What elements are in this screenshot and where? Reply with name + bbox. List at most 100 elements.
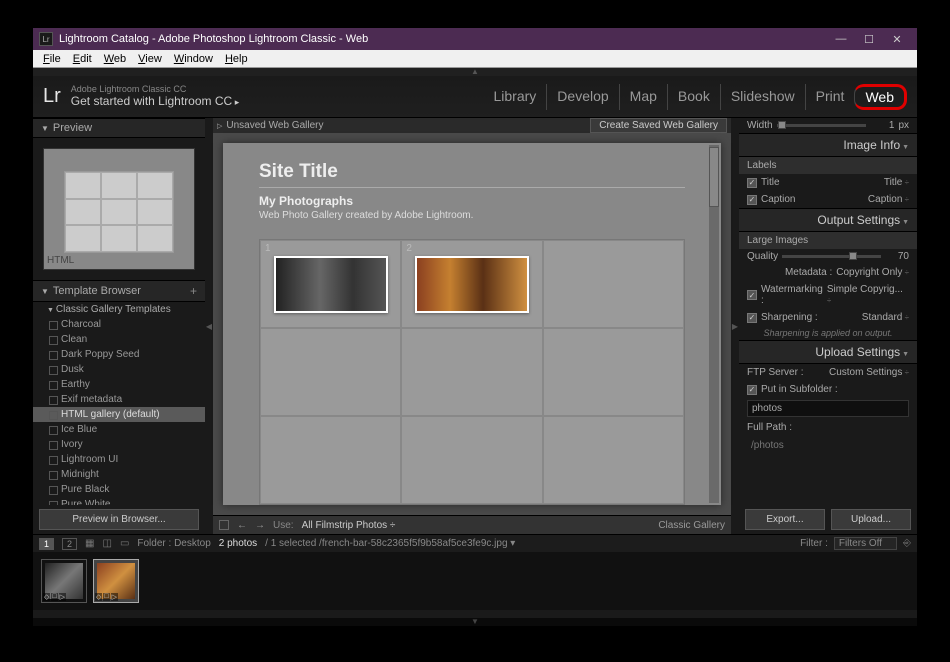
upload-button[interactable]: Upload... [831, 509, 911, 530]
menu-window[interactable]: Window [168, 53, 219, 65]
folder-path[interactable]: Folder : Desktop [137, 538, 210, 549]
right-panel: Width 1 px Image Info Labels ✓ Title Tit… [739, 118, 917, 534]
template-item[interactable]: Exif metadata [33, 392, 205, 407]
menu-file[interactable]: File [37, 53, 67, 65]
photo-count: 2 photos [219, 538, 257, 549]
filter-lock-icon[interactable]: ⎆ [903, 538, 911, 549]
next-arrow-icon[interactable]: → [255, 520, 265, 531]
use-dropdown[interactable]: All Filmstrip Photos ÷ [302, 520, 396, 531]
subfolder-checkbox[interactable]: ✓ [747, 385, 757, 395]
identity-plate[interactable]: Adobe Lightroom Classic CC Get started w… [71, 85, 239, 108]
triangle-icon: ▷ [217, 122, 222, 130]
preview-thumbnail: HTML [43, 148, 195, 270]
template-item[interactable]: Lightroom UI [33, 452, 205, 467]
filmstrip-toggle[interactable]: ▼ [33, 618, 917, 626]
image-info-header[interactable]: Image Info [739, 133, 917, 157]
template-item[interactable]: Dusk [33, 362, 205, 377]
top-panel-toggle[interactable]: ▲ [33, 68, 917, 76]
menu-help[interactable]: Help [219, 53, 254, 65]
module-web[interactable]: Web [854, 84, 907, 110]
module-print[interactable]: Print [805, 84, 855, 110]
compare-view-icon[interactable]: ◫ [102, 538, 111, 549]
filmstrip-thumb-selected[interactable]: ◇□▷ [93, 559, 139, 603]
menu-view[interactable]: View [132, 53, 168, 65]
stop-icon[interactable] [219, 520, 229, 530]
unsaved-label: Unsaved Web Gallery [226, 120, 323, 131]
title-dropdown[interactable]: Title [884, 177, 909, 188]
gallery-header-bar: ▷ Unsaved Web Gallery Create Saved Web G… [213, 118, 731, 133]
labels-subheader: Labels [739, 157, 917, 174]
right-panel-toggle[interactable]: ▶ [731, 118, 739, 534]
selected-info[interactable]: / 1 selected /french-bar-58c2365f5f9b58a… [265, 538, 515, 549]
quality-value[interactable]: 70 [885, 251, 909, 262]
menu-web[interactable]: Web [98, 53, 132, 65]
caption-checkbox[interactable]: ✓ [747, 195, 757, 205]
template-item[interactable]: Charcoal [33, 317, 205, 332]
identity-line2: Get started with Lightroom CC [71, 95, 239, 108]
create-saved-gallery-button[interactable]: Create Saved Web Gallery [590, 118, 727, 133]
site-title[interactable]: Site Title [259, 161, 685, 188]
module-book[interactable]: Book [667, 84, 720, 110]
template-item[interactable]: Pure White [33, 497, 205, 505]
template-item[interactable]: Ivory [33, 437, 205, 452]
gallery-cell[interactable]: 2 [401, 240, 542, 328]
display-1-button[interactable]: 1 [39, 538, 54, 550]
template-item[interactable]: Dark Poppy Seed [33, 347, 205, 362]
gallery-cell-empty [260, 328, 401, 416]
module-slideshow[interactable]: Slideshow [720, 84, 805, 110]
watermark-checkbox[interactable]: ✓ [747, 290, 757, 300]
sharpening-note: Sharpening is applied on output. [739, 326, 917, 340]
metadata-dropdown[interactable]: Copyright Only [836, 267, 909, 278]
lightroom-logo: Lr [43, 85, 61, 108]
filmstrip: ◇□▷ ◇□▷ [33, 552, 917, 610]
canvas-scrollbar[interactable] [709, 145, 719, 503]
output-settings-header[interactable]: Output Settings [739, 208, 917, 232]
template-item[interactable]: Midnight [33, 467, 205, 482]
upload-settings-header[interactable]: Upload Settings [739, 340, 917, 364]
template-item[interactable]: Earthy [33, 377, 205, 392]
ftp-dropdown[interactable]: Custom Settings [829, 367, 909, 378]
caption-dropdown[interactable]: Caption [868, 194, 909, 205]
minimize-button[interactable]: — [827, 33, 855, 45]
add-template-icon[interactable]: + [190, 284, 197, 298]
export-button[interactable]: Export... [745, 509, 825, 530]
width-slider[interactable] [777, 124, 867, 127]
watermark-dropdown[interactable]: Simple Copyrig... [827, 284, 909, 306]
subfolder-input[interactable]: photos [747, 400, 909, 417]
title-checkbox[interactable]: ✓ [747, 178, 757, 188]
menu-edit[interactable]: Edit [67, 53, 98, 65]
module-develop[interactable]: Develop [546, 84, 618, 110]
preview-panel-header[interactable]: ▼ Preview [33, 118, 205, 138]
left-panel: ▼ Preview HTML ▼ Template Browser + Clas… [33, 118, 205, 534]
maximize-button[interactable]: ☐ [855, 33, 883, 46]
template-browser-header[interactable]: ▼ Template Browser + [33, 280, 205, 302]
template-item[interactable]: Pure Black [33, 482, 205, 497]
survey-view-icon[interactable]: ▭ [120, 538, 129, 549]
gallery-cell[interactable]: 1 [260, 240, 401, 328]
filmstrip-thumb[interactable]: ◇□▷ [41, 559, 87, 603]
template-item[interactable]: Clean [33, 332, 205, 347]
left-panel-toggle[interactable]: ◀ [205, 118, 213, 534]
gallery-photo[interactable] [415, 256, 529, 313]
width-value[interactable]: 1 [870, 120, 894, 131]
sharpening-checkbox[interactable]: ✓ [747, 313, 757, 323]
preview-in-browser-button[interactable]: Preview in Browser... [39, 509, 199, 530]
gallery-cell-empty [401, 416, 542, 504]
collection-description[interactable]: Web Photo Gallery created by Adobe Light… [259, 210, 685, 221]
module-library[interactable]: Library [484, 84, 547, 110]
sharpening-dropdown[interactable]: Standard [862, 312, 909, 323]
template-group[interactable]: Classic Gallery Templates [33, 302, 205, 317]
grid-view-icon[interactable]: ▦ [85, 538, 94, 549]
template-item[interactable]: Ice Blue [33, 422, 205, 437]
module-map[interactable]: Map [619, 84, 667, 110]
display-2-button[interactable]: 2 [62, 538, 77, 550]
gallery-photo[interactable] [274, 256, 388, 313]
title-label: Title [761, 177, 880, 188]
prev-arrow-icon[interactable]: ← [237, 520, 247, 531]
template-item-selected[interactable]: HTML gallery (default) [33, 407, 205, 422]
quality-slider[interactable] [782, 255, 881, 258]
collection-title[interactable]: My Photographs [259, 194, 685, 208]
metadata-row: Metadata : Copyright Only [739, 264, 917, 281]
filter-dropdown[interactable]: Filters Off [834, 537, 897, 550]
close-button[interactable]: ✕ [883, 33, 911, 46]
